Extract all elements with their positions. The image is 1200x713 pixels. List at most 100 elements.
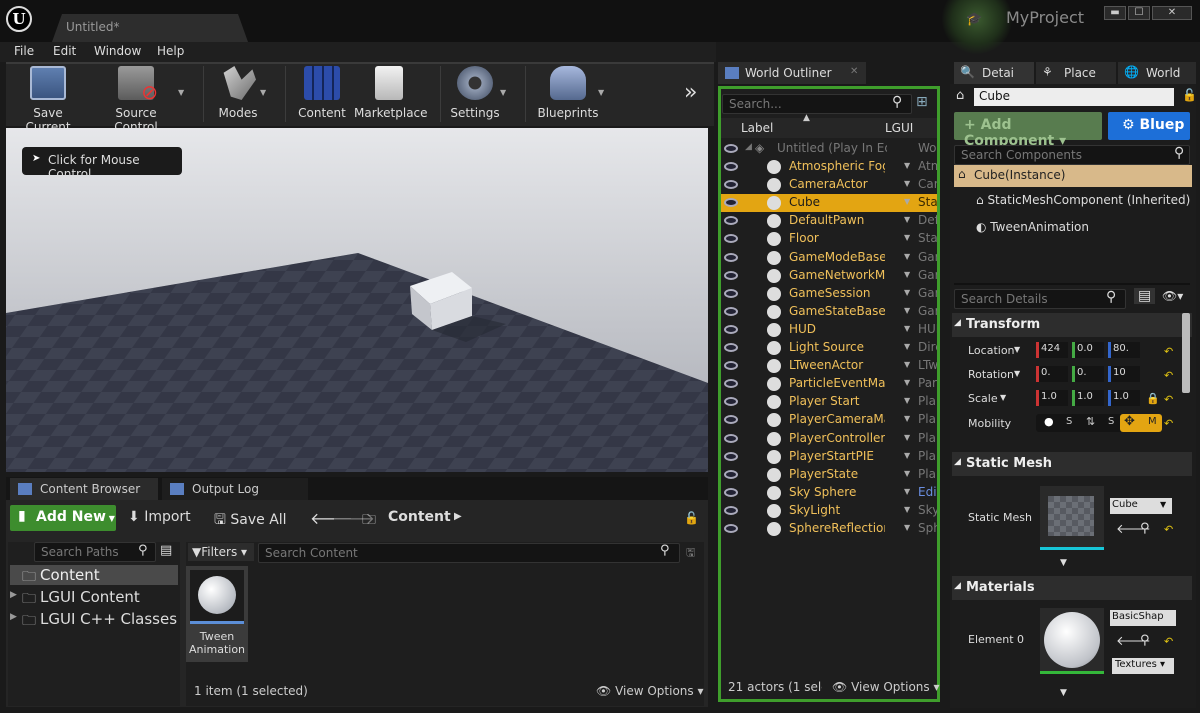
scl-field-y[interactable]: 1.0 [1072,390,1104,406]
outliner-row[interactable]: GameStateBase ▼ Gar [721,303,937,321]
add-folder-icon[interactable]: ⊞ [916,94,928,110]
visibility-eye-icon[interactable] [724,487,738,497]
component-static-mesh-row[interactable]: ⌂ StaticMeshComponent (Inherited) [976,193,1190,207]
blueprints-button[interactable]: Blueprints [536,66,600,124]
mobility-movable-selected[interactable]: ✥ M [1120,414,1162,432]
location-label[interactable]: Location [968,344,1015,357]
reset-icon[interactable]: ↶ [1164,635,1173,648]
material-thumbnail[interactable] [1040,608,1104,674]
outliner-row[interactable]: GameNetworkMa ▼ Gar [721,267,937,285]
search-details-input[interactable]: Search Details [954,289,1126,309]
property-matrix-icon[interactable]: ▤ [1134,288,1156,304]
tab-place[interactable]: ⚘ Place [1036,62,1116,84]
settings-button[interactable]: Settings [448,66,502,124]
section-materials[interactable]: ◢ Materials [952,576,1192,600]
outliner-row[interactable]: PlayerStartPIE ▼ Pla [721,448,937,466]
lock-icon[interactable]: 🔓 [1182,88,1197,102]
outliner-view-options-button[interactable]: 👁 View Options ▾ [832,680,940,694]
visibility-eye-icon[interactable] [724,343,738,352]
dropdown-arrow-icon[interactable]: ▼ [904,270,910,279]
add-component-button[interactable]: + Add Component ▾ [954,112,1102,149]
toolbar-overflow-icon[interactable]: » [684,80,697,105]
modes-button[interactable]: Modes [212,66,264,124]
outliner-row[interactable]: PlayerCameraMa ▼ Pla [721,411,937,429]
outliner-row[interactable]: HUD ▼ HUI [721,321,937,339]
visibility-eye-icon[interactable] [724,433,738,443]
close-tab-icon[interactable]: ✕ [850,66,858,77]
visibility-eye-icon[interactable] [724,415,738,425]
tab-world-outliner[interactable]: World Outliner ✕ [718,62,866,84]
blueprint-button[interactable]: ⚙ Bluep [1108,112,1190,140]
visibility-eye-icon[interactable] [724,524,738,533]
loc-field-y[interactable]: 0.0 [1072,342,1104,358]
outliner-row[interactable]: PlayerController ▼ Pla [721,430,937,448]
loc-field-x[interactable]: 424 [1036,342,1068,358]
scl-field-z[interactable]: 1.0 [1108,390,1140,406]
visibility-eye-icon[interactable] [724,144,738,153]
rotation-label[interactable]: Rotation [968,368,1014,381]
actor-name-input[interactable]: Cube [974,88,1174,106]
expand-more-icon[interactable]: ▼ [1060,558,1067,568]
outliner-row[interactable]: Atmospheric Fog ▼ Atm [721,158,937,176]
dropdown-arrow-icon[interactable]: ▼ [1014,345,1020,354]
add-new-button[interactable]: ▮ Add New ▼ [10,505,116,531]
path-chevron-icon[interactable]: ▶ [454,511,462,522]
expand-arrow-icon[interactable]: ▶ [10,590,17,600]
details-view-options-icon[interactable]: 👁▾ [1162,289,1183,303]
dropdown-arrow-icon[interactable]: ▼ [904,378,910,387]
menu-edit[interactable]: Edit [53,44,76,58]
visibility-eye-icon[interactable] [724,198,738,208]
settings-dropdown-icon[interactable]: ▼ [500,88,506,97]
outliner-row[interactable]: PlayerState ▼ Pla [721,466,937,484]
visibility-eye-icon[interactable] [724,469,738,479]
reset-icon[interactable]: ↶ [1164,369,1173,382]
tree-item-lgui-content[interactable]: ▶ 🗀 LGUI Content [10,587,178,607]
outliner-row-world[interactable]: ◢ ◈ Untitled (Play In Ed Wor [721,140,937,158]
reset-icon[interactable]: ↶ [1164,393,1173,406]
dropdown-arrow-icon[interactable]: ▼ [904,451,910,460]
static-mesh-thumbnail[interactable] [1040,486,1104,550]
visibility-eye-icon[interactable] [724,288,738,298]
visibility-eye-icon[interactable] [724,451,738,461]
visibility-eye-icon[interactable] [724,234,738,244]
search-components-input[interactable]: Search Components [954,145,1190,165]
expand-more-icon[interactable]: ▼ [1060,688,1067,698]
tree-item-lgui-cpp[interactable]: ▶ 🗀 LGUI C++ Classes [10,609,178,629]
dropdown-arrow-icon[interactable]: ▼ [904,396,910,405]
outliner-row[interactable]: Light Source ▼ Dire [721,339,937,357]
dropdown-arrow-icon[interactable]: ▼ [904,161,910,170]
static-mesh-picker[interactable]: Cube ▼ [1110,498,1172,514]
component-instance-row[interactable]: ⌂ Cube(Instance) [954,165,1192,187]
tree-item-content[interactable]: 🗀 Content [10,565,178,585]
filters-button[interactable]: ▼Filters ▾ [188,543,254,561]
save-all-button[interactable]: 🖫 Save All [214,509,287,533]
dropdown-arrow-icon[interactable]: ▼ [904,487,910,496]
outliner-row[interactable]: GameModeBase ▼ Gar [721,249,937,267]
sources-panel-icon[interactable]: ▤ [160,543,172,558]
menu-window[interactable]: Window [94,44,141,58]
source-control-dropdown-icon[interactable]: ▼ [178,88,184,97]
outliner-row[interactable]: Player Start ▼ Pla [721,393,937,411]
mobility-toggle[interactable]: ● S ⇅ S ✥ M [1036,414,1162,432]
outliner-row[interactable]: SphereReflection ▼ Sph [721,520,937,538]
dropdown-arrow-icon[interactable]: ▼ [904,360,910,369]
dropdown-arrow-icon[interactable]: ▼ [904,523,910,532]
dropdown-arrow-icon[interactable]: ▼ [904,252,910,261]
dropdown-arrow-icon[interactable]: ▼ [904,505,910,514]
path-breadcrumb[interactable]: Content [388,509,451,525]
scale-label[interactable]: Scale [968,392,998,405]
dropdown-arrow-icon[interactable]: ▼ [904,197,910,206]
dropdown-arrow-icon[interactable]: ▼ [1014,369,1020,378]
splitter[interactable] [954,283,1190,285]
lock-icon[interactable]: 🔒 [1146,392,1160,405]
modes-dropdown-icon[interactable]: ▼ [260,88,266,97]
minimize-button[interactable]: ▬ [1104,6,1126,20]
outliner-row[interactable]: Cube ▼ Sta [721,194,937,213]
restore-button[interactable]: ☐ [1128,6,1150,20]
rot-field-x[interactable]: 0. [1036,366,1068,382]
close-button[interactable]: ✕ [1152,6,1192,20]
outliner-row[interactable]: Floor ▼ Sta [721,230,937,248]
import-button[interactable]: ⬇ Import [128,509,191,525]
reset-icon[interactable]: ↶ [1164,523,1173,536]
dropdown-arrow-icon[interactable]: ▼ [904,306,910,315]
